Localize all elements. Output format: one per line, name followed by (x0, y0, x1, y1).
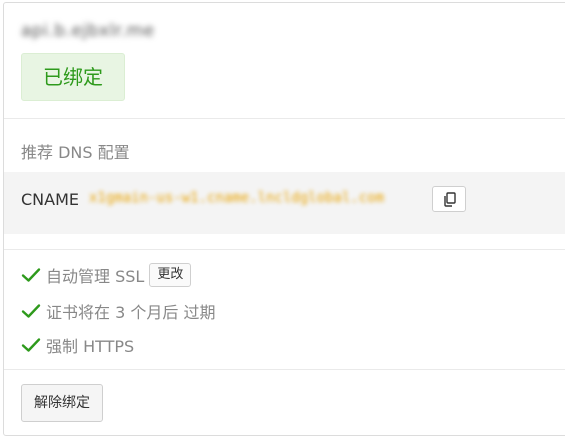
feature-force-https: 强制 HTTPS (21, 333, 134, 357)
dns-section-title: 推荐 DNS 配置 (21, 143, 130, 162)
change-ssl-button[interactable]: 更改 (149, 263, 192, 287)
unbind-button[interactable]: 解除绑定 (21, 384, 103, 422)
auto-ssl-label: 自动管理 SSL (46, 267, 145, 286)
domain-card: api.b.ejbxlr.me 已绑定 推荐 DNS 配置 CNAME x1gm… (3, 2, 565, 436)
divider (4, 369, 565, 370)
copy-icon (444, 192, 456, 207)
cert-expiry-label: 证书将在 3 个月后 过期 (46, 303, 216, 322)
domain-name: api.b.ejbxlr.me (21, 21, 155, 41)
check-icon (21, 338, 41, 352)
feature-auto-ssl: 自动管理 SSL 更改 (21, 263, 192, 287)
dns-record-row: CNAME x1gmain-us-w1.cname.lncldglobal.co… (4, 172, 565, 234)
check-icon (21, 304, 41, 318)
dns-record-type: CNAME (21, 190, 79, 209)
check-icon (21, 268, 41, 282)
divider (4, 249, 565, 250)
feature-cert-expiry: 证书将在 3 个月后 过期 (21, 299, 215, 323)
copy-button[interactable] (432, 186, 466, 212)
divider (4, 118, 565, 119)
status-badge: 已绑定 (21, 53, 125, 101)
https-label: 强制 HTTPS (46, 337, 135, 356)
dns-record-value: x1gmain-us-w1.cname.lncldglobal.com (89, 190, 385, 206)
